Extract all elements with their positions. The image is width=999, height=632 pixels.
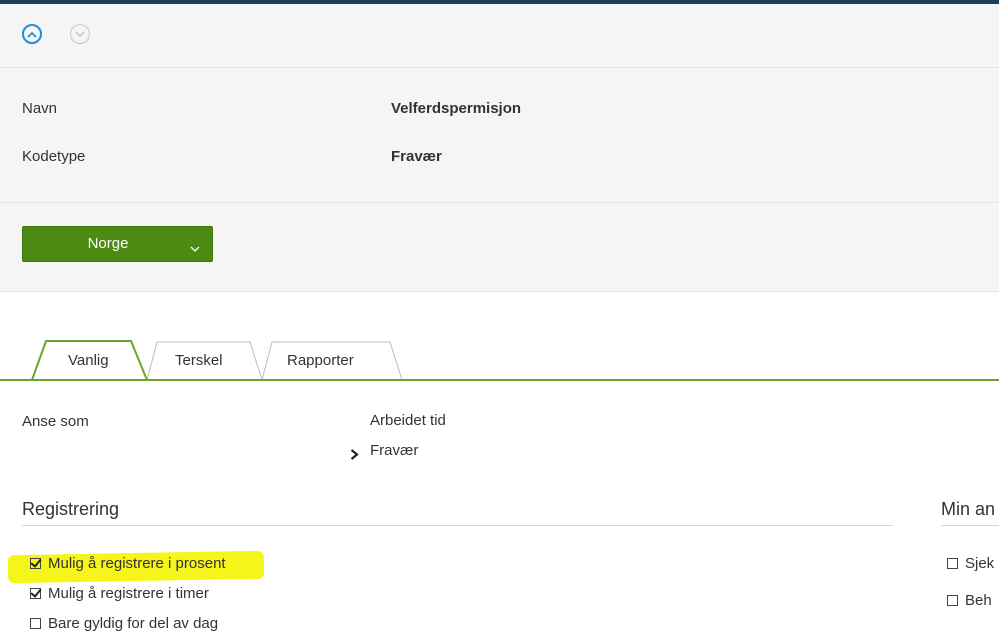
checkbox-label: Beh xyxy=(965,592,992,609)
chevron-down-circle-icon[interactable] xyxy=(70,24,90,44)
checkbox-checked-icon[interactable] xyxy=(30,588,41,599)
checkbox-unchecked-icon[interactable] xyxy=(947,558,958,569)
checkbox-mulig-timer[interactable]: Mulig å registrere i timer xyxy=(30,585,209,602)
checkbox-label: Sjek xyxy=(965,555,995,572)
checkbox-unchecked-icon[interactable] xyxy=(947,595,958,606)
checkbox-label: Mulig å registrere i prosent xyxy=(48,555,226,572)
navn-value: Velferdspermisjon xyxy=(391,100,522,117)
anse-option-fravaer[interactable]: Fravær xyxy=(370,442,418,459)
kodetype-label: Kodetype xyxy=(22,148,86,165)
country-bar: Norge xyxy=(0,203,999,292)
anse-option-arbeidet-tid[interactable]: Arbeidet tid xyxy=(370,412,446,429)
checkbox-label: Mulig å registrere i timer xyxy=(48,585,209,602)
tab-rapporter[interactable]: Rapporter xyxy=(287,352,354,369)
checkbox-unchecked-icon[interactable] xyxy=(30,618,41,629)
checkbox-checked-icon[interactable] xyxy=(30,558,41,569)
checkbox-label: Bare gyldig for del av dag xyxy=(48,615,219,632)
tab-underline xyxy=(0,379,999,381)
chevron-right-icon xyxy=(350,447,359,465)
registrering-heading: Registrering xyxy=(22,499,120,519)
chevron-down-icon xyxy=(190,239,200,257)
record-navigation-bar xyxy=(0,4,999,68)
tab-vanlig[interactable]: Vanlig xyxy=(68,352,109,369)
chevron-up-circle-icon[interactable] xyxy=(22,24,42,44)
checkbox-beh[interactable]: Beh xyxy=(947,592,992,609)
checkbox-mulig-prosent[interactable]: Mulig å registrere i prosent xyxy=(30,555,226,572)
navn-label: Navn xyxy=(22,100,58,117)
right-section-divider xyxy=(941,525,999,526)
anse-som-label: Anse som xyxy=(22,413,89,430)
kodetype-value: Fravær xyxy=(391,148,442,165)
country-label: Norge xyxy=(87,235,129,252)
registrering-divider xyxy=(22,525,893,526)
checkbox-sjek[interactable]: Sjek xyxy=(947,555,994,572)
checkbox-bare-gyldig[interactable]: Bare gyldig for del av dag xyxy=(30,615,218,632)
info-panel: Navn Velferdspermisjon Kodetype Fravær xyxy=(0,68,999,203)
right-section-heading: Min an xyxy=(941,499,996,519)
tab-terskel[interactable]: Terskel xyxy=(175,352,223,369)
country-dropdown-button[interactable]: Norge xyxy=(22,226,213,262)
